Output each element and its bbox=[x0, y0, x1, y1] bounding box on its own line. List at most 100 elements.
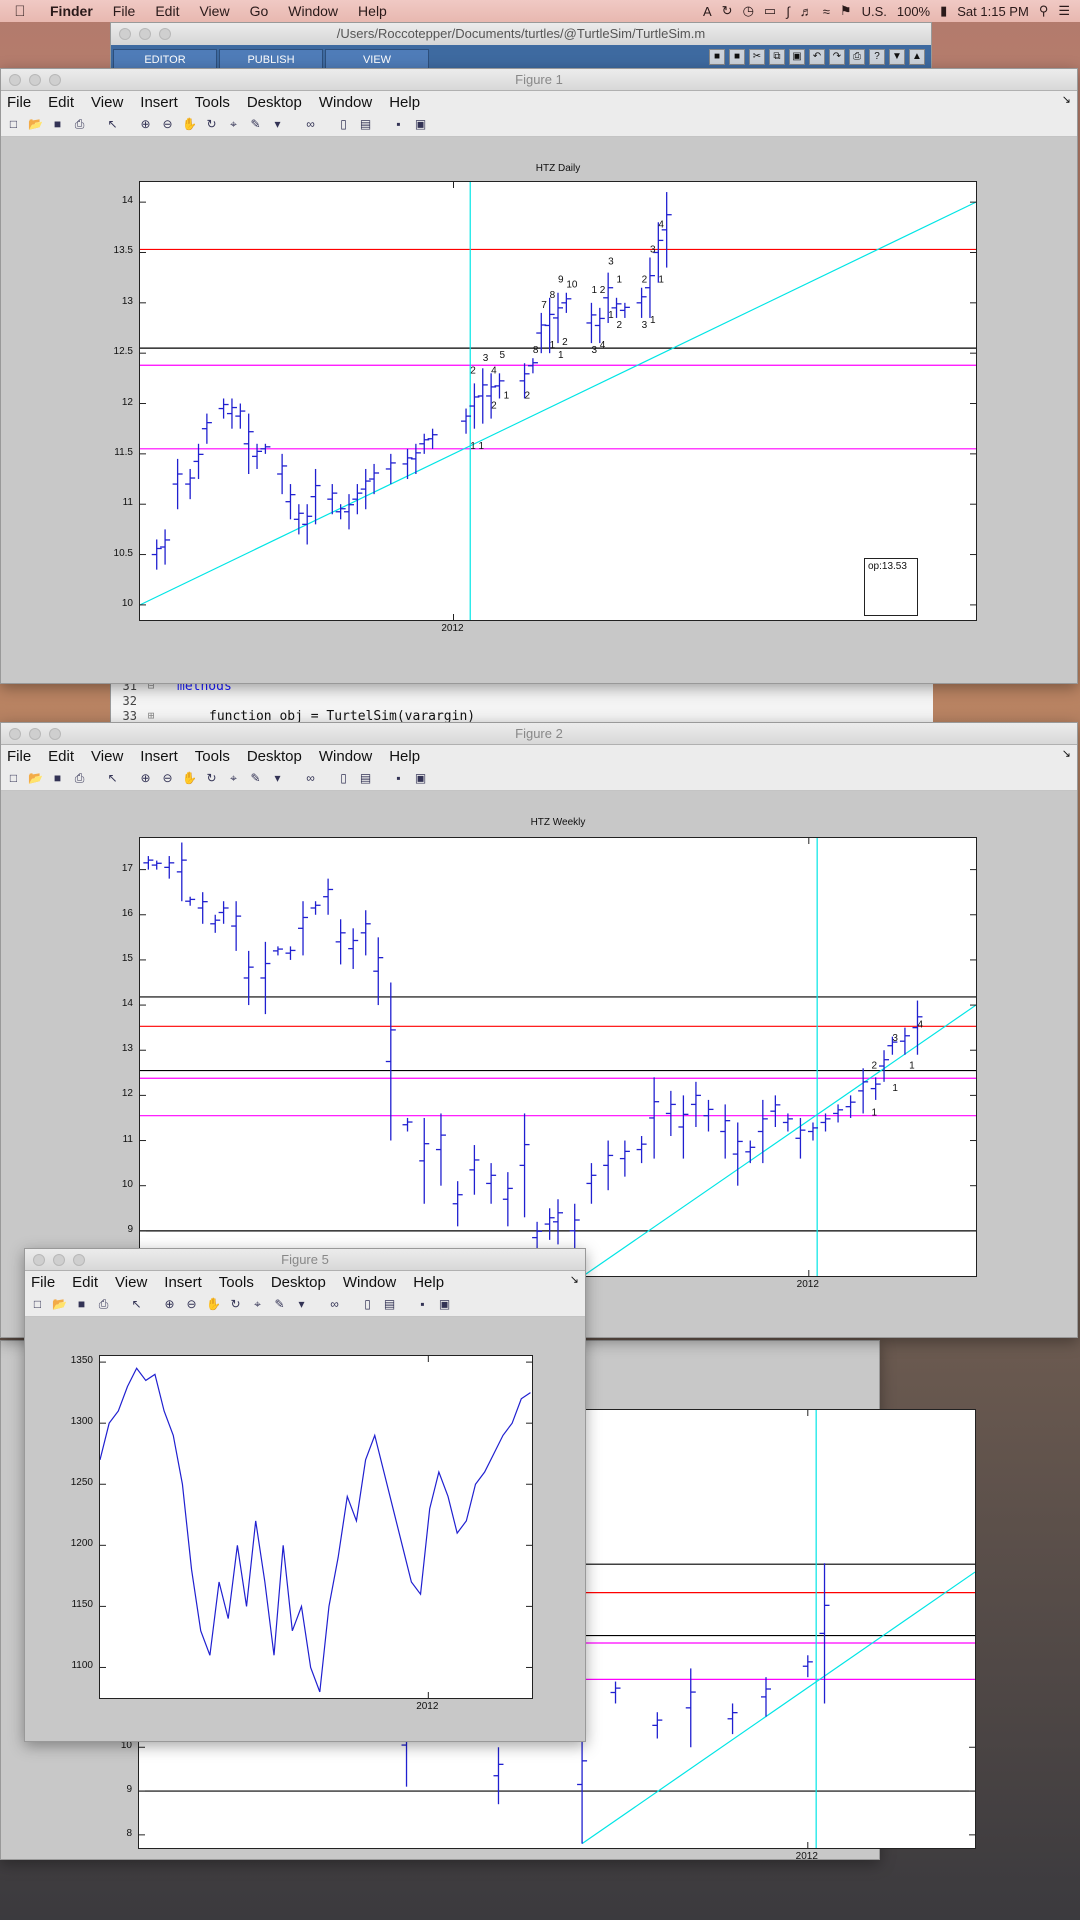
close-button[interactable] bbox=[33, 1254, 45, 1266]
menu-edit[interactable]: Edit bbox=[48, 94, 83, 111]
pan-icon[interactable]: ✋ bbox=[181, 116, 198, 133]
hide-plot-tools-icon[interactable]: ▪ bbox=[414, 1296, 431, 1313]
link-icon[interactable]: ∞ bbox=[302, 770, 319, 787]
dock-icon[interactable]: ▲ bbox=[909, 49, 925, 65]
brush-icon[interactable]: ✎ bbox=[247, 116, 264, 133]
data-cursor-icon[interactable]: ⌖ bbox=[249, 1296, 266, 1313]
bluetooth-icon[interactable]: ∫ bbox=[786, 4, 790, 19]
menu-desktop[interactable]: Desktop bbox=[271, 1274, 335, 1291]
minimize-button[interactable] bbox=[29, 74, 41, 86]
menu-edit[interactable]: Edit bbox=[48, 748, 83, 765]
zoom-in-icon[interactable]: ⊕ bbox=[161, 1296, 178, 1313]
menu-insert[interactable]: Insert bbox=[140, 748, 187, 765]
pan-icon[interactable]: ✋ bbox=[181, 770, 198, 787]
brush-icon[interactable]: ✎ bbox=[247, 770, 264, 787]
minimize-button[interactable] bbox=[139, 28, 151, 40]
battery-percent[interactable]: 100% bbox=[897, 4, 930, 19]
menu-insert[interactable]: Insert bbox=[164, 1274, 211, 1291]
menu-edit[interactable]: Edit bbox=[145, 3, 189, 19]
sync-icon[interactable]: ↻ bbox=[722, 3, 733, 19]
open-file-icon[interactable]: 📂 bbox=[27, 770, 44, 787]
link-icon[interactable]: ∞ bbox=[326, 1296, 343, 1313]
menu-window[interactable]: Window bbox=[319, 748, 381, 765]
close-button[interactable] bbox=[9, 74, 21, 86]
chevron-down-icon[interactable]: ▾ bbox=[293, 1296, 310, 1313]
new-figure-icon[interactable]: □ bbox=[5, 116, 22, 133]
plot-axes[interactable] bbox=[99, 1355, 533, 1699]
menu-view[interactable]: View bbox=[115, 1274, 156, 1291]
help-icon[interactable]: ? bbox=[869, 49, 885, 65]
brush-icon[interactable]: ✎ bbox=[271, 1296, 288, 1313]
menu-window[interactable]: Window bbox=[278, 3, 348, 19]
chevron-down-icon[interactable]: ▾ bbox=[269, 116, 286, 133]
tab-view[interactable]: VIEW bbox=[325, 49, 429, 69]
menu-insert[interactable]: Insert bbox=[140, 94, 187, 111]
legend-icon[interactable]: ▤ bbox=[357, 770, 374, 787]
dock-arrow-icon[interactable]: ↘ bbox=[1062, 93, 1071, 106]
adobe-icon[interactable]: A bbox=[703, 4, 712, 19]
save-icon[interactable]: ■ bbox=[709, 49, 725, 65]
new-figure-icon[interactable]: □ bbox=[29, 1296, 46, 1313]
save-all-icon[interactable]: ■ bbox=[729, 49, 745, 65]
open-file-icon[interactable]: 📂 bbox=[27, 116, 44, 133]
flag-icon[interactable]: ⚑ bbox=[840, 3, 852, 19]
menu-view[interactable]: View bbox=[91, 748, 132, 765]
dropdown-icon[interactable]: ▼ bbox=[889, 49, 905, 65]
menu-file[interactable]: File bbox=[7, 94, 40, 111]
menu-view[interactable]: View bbox=[91, 94, 132, 111]
apple-icon[interactable]:  bbox=[0, 3, 40, 20]
code-editor[interactable]: 31 ⊟ methods 32 33 ⊞ function obj = TurtelSi… bbox=[111, 679, 933, 724]
time-machine-icon[interactable]: ◷ bbox=[743, 3, 754, 19]
print-icon[interactable]: ⎙ bbox=[849, 49, 865, 65]
menu-tools[interactable]: Tools bbox=[195, 94, 239, 111]
save-icon[interactable]: ■ bbox=[73, 1296, 90, 1313]
menu-desktop[interactable]: Desktop bbox=[247, 94, 311, 111]
show-plot-tools-icon[interactable]: ▣ bbox=[412, 116, 429, 133]
cut-icon[interactable]: ✂ bbox=[749, 49, 765, 65]
zoom-button[interactable] bbox=[49, 74, 61, 86]
dock-arrow-icon[interactable]: ↘ bbox=[1062, 747, 1071, 760]
tab-editor[interactable]: EDITOR bbox=[113, 49, 217, 69]
menu-desktop[interactable]: Desktop bbox=[247, 748, 311, 765]
rotate-icon[interactable]: ↻ bbox=[203, 116, 220, 133]
annotation-box[interactable]: op:13.53 bbox=[864, 558, 918, 616]
menu-window[interactable]: Window bbox=[319, 94, 381, 111]
zoom-button[interactable] bbox=[73, 1254, 85, 1266]
hide-plot-tools-icon[interactable]: ▪ bbox=[390, 116, 407, 133]
undo-icon[interactable]: ↶ bbox=[809, 49, 825, 65]
menu-finder[interactable]: Finder bbox=[40, 3, 103, 19]
menu-go[interactable]: Go bbox=[240, 3, 279, 19]
zoom-in-icon[interactable]: ⊕ bbox=[137, 116, 154, 133]
show-plot-tools-icon[interactable]: ▣ bbox=[412, 770, 429, 787]
clock[interactable]: Sat 1:15 PM bbox=[957, 4, 1029, 19]
airplay-icon[interactable]: ▭ bbox=[764, 3, 776, 19]
redo-icon[interactable]: ↷ bbox=[829, 49, 845, 65]
menu-window[interactable]: Window bbox=[343, 1274, 405, 1291]
rotate-icon[interactable]: ↻ bbox=[227, 1296, 244, 1313]
zoom-button[interactable] bbox=[159, 28, 171, 40]
menu-file[interactable]: File bbox=[31, 1274, 64, 1291]
paste-icon[interactable]: ▣ bbox=[789, 49, 805, 65]
tab-publish[interactable]: PUBLISH bbox=[219, 49, 323, 69]
print-icon[interactable]: ⎙ bbox=[95, 1296, 112, 1313]
colorbar-icon[interactable]: ▯ bbox=[335, 116, 352, 133]
menu-help[interactable]: Help bbox=[389, 94, 429, 111]
pointer-icon[interactable]: ↖ bbox=[128, 1296, 145, 1313]
pointer-icon[interactable]: ↖ bbox=[104, 116, 121, 133]
zoom-out-icon[interactable]: ⊖ bbox=[159, 770, 176, 787]
zoom-out-icon[interactable]: ⊖ bbox=[159, 116, 176, 133]
print-icon[interactable]: ⎙ bbox=[71, 770, 88, 787]
input-source[interactable]: U.S. bbox=[862, 4, 887, 19]
colorbar-icon[interactable]: ▯ bbox=[335, 770, 352, 787]
data-cursor-icon[interactable]: ⌖ bbox=[225, 770, 242, 787]
menu-help[interactable]: Help bbox=[348, 3, 397, 19]
save-icon[interactable]: ■ bbox=[49, 770, 66, 787]
data-cursor-icon[interactable]: ⌖ bbox=[225, 116, 242, 133]
copy-icon[interactable]: ⧉ bbox=[769, 49, 785, 65]
minimize-button[interactable] bbox=[29, 728, 41, 740]
minimize-button[interactable] bbox=[53, 1254, 65, 1266]
menu-file[interactable]: File bbox=[103, 3, 146, 19]
menu-tools[interactable]: Tools bbox=[195, 748, 239, 765]
hide-plot-tools-icon[interactable]: ▪ bbox=[390, 770, 407, 787]
new-figure-icon[interactable]: □ bbox=[5, 770, 22, 787]
